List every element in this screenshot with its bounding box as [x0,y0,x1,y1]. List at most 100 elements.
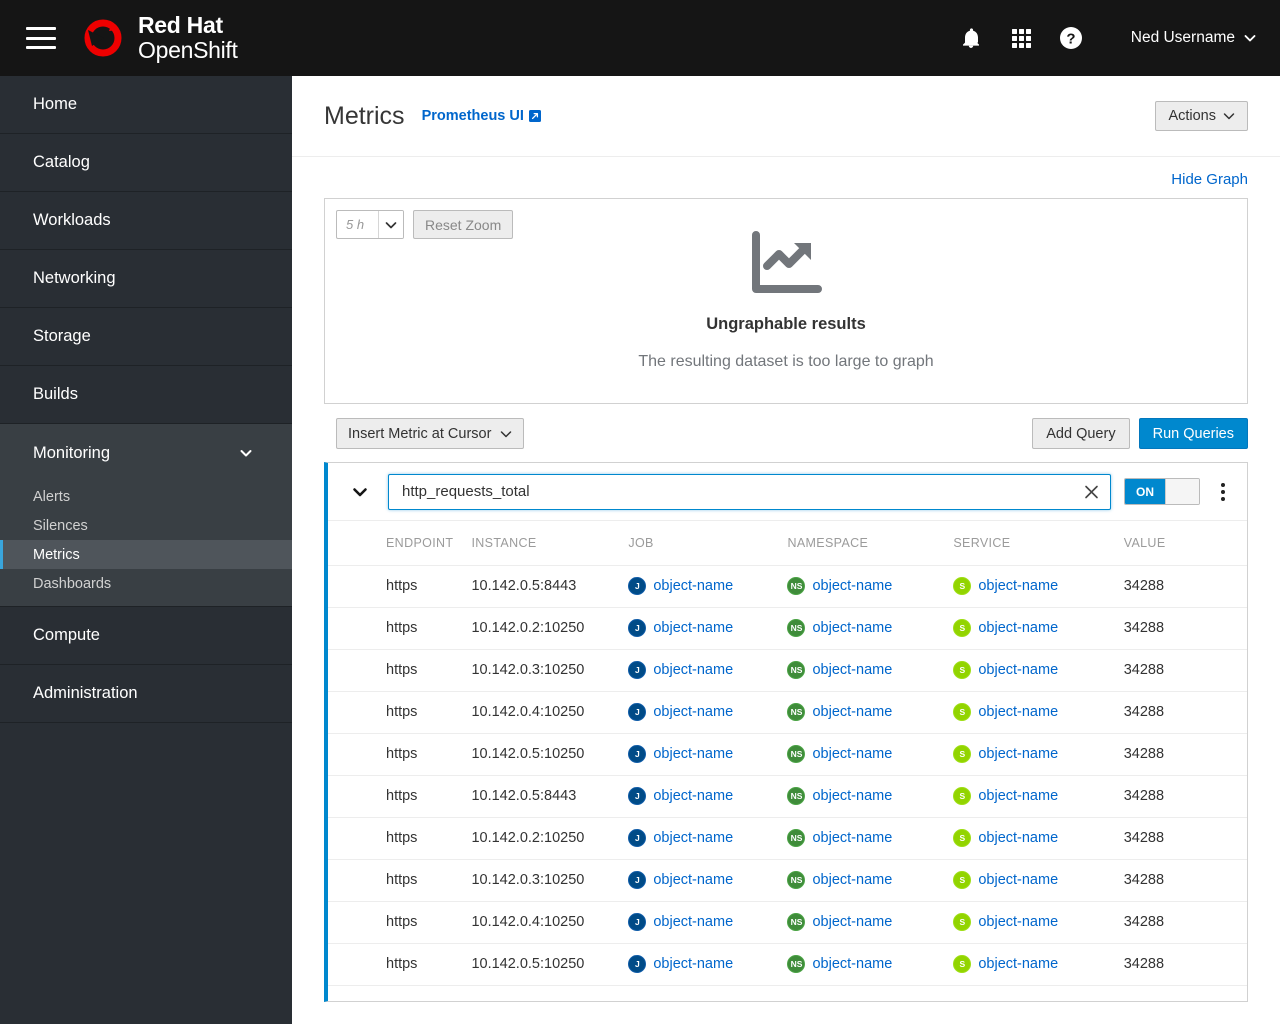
prometheus-ui-link[interactable]: Prometheus UI [422,108,541,124]
sidebar-item-catalog[interactable]: Catalog [0,134,292,192]
cell-endpoint: https [328,901,472,944]
run-queries-button[interactable]: Run Queries [1138,418,1248,449]
sidebar-item-label: Monitoring [33,443,111,462]
job-link[interactable]: object-name [653,956,733,972]
cell-instance: 10.142.0.5:10250 [471,733,629,776]
service-badge-icon: S [953,829,972,847]
job-link[interactable]: object-name [653,830,733,846]
service-link[interactable]: object-name [978,578,1058,594]
insert-metric-label: Insert Metric at Cursor [348,425,492,442]
cell-namespace: NS object-name [787,565,954,608]
query-card: ON ENDPOINT INSTANCE JOB NAMESPACE SERVI… [324,462,1248,1002]
query-kebab-menu-icon[interactable] [1213,479,1233,505]
job-link[interactable]: object-name [653,704,733,720]
sidebar-item-label: Storage [33,327,91,345]
job-link[interactable]: object-name [653,872,733,888]
empty-state-title: Ungraphable results [706,315,866,333]
namespace-badge-icon: NS [787,829,806,847]
sidebar-item-builds[interactable]: Builds [0,366,292,424]
sidebar-item-dashboards[interactable]: Dashboards [0,569,292,598]
job-link[interactable]: object-name [653,620,733,636]
hamburger-icon[interactable] [26,27,56,49]
clear-icon[interactable] [1084,484,1099,499]
cell-job: Jobject-name [628,859,788,902]
cell-service: Sobject-name [953,733,1124,776]
svg-text:?: ? [1066,31,1075,48]
chevron-down-icon[interactable] [348,480,372,504]
namespace-link[interactable]: object-name [812,830,892,846]
service-link[interactable]: object-name [978,872,1058,888]
namespace-link[interactable]: object-name [812,872,892,888]
user-menu[interactable]: Ned Username [1131,29,1256,47]
service-badge-icon: S [953,871,972,889]
toggle-on-label: ON [1125,479,1165,504]
add-query-button[interactable]: Add Query [1032,418,1130,449]
job-link[interactable]: object-name [653,914,733,930]
namespace-link[interactable]: object-name [812,662,892,678]
column-header-service: SERVICE [953,521,1124,566]
cell-instance: 10.142.0.5:8443 [471,565,629,608]
sidebar-item-metrics[interactable]: Metrics [0,540,292,569]
sidebar-item-administration[interactable]: Administration [0,665,292,723]
cell-service: Sobject-name [953,565,1124,608]
cell-namespace: NS object-name [787,649,954,692]
cell-service: Sobject-name [953,901,1124,944]
sidebar-item-monitoring[interactable]: Monitoring [0,424,292,482]
brand-logo-openshift[interactable]: Red Hat OpenShift [78,13,238,63]
cell-service: Sobject-name [953,859,1124,902]
namespace-link[interactable]: object-name [812,746,892,762]
sidebar-item-storage[interactable]: Storage [0,308,292,366]
sidebar-navigation: Home Catalog Workloads Networking Storag… [0,76,292,1024]
cell-value: 34288 [1123,565,1247,608]
namespace-badge-icon: NS [787,703,806,721]
bell-icon[interactable] [959,26,983,50]
sidebar-item-alerts[interactable]: Alerts [0,482,292,511]
job-link[interactable]: object-name [653,746,733,762]
namespace-badge-icon: NS [787,871,806,889]
cell-service: Sobject-name [953,607,1124,650]
namespace-link[interactable]: object-name [812,704,892,720]
cell-value: 34288 [1123,775,1247,818]
cell-namespace: NS object-name [787,859,954,902]
service-link[interactable]: object-name [978,788,1058,804]
sidebar-item-silences[interactable]: Silences [0,511,292,540]
job-link[interactable]: object-name [653,578,733,594]
job-link[interactable]: object-name [653,788,733,804]
job-link[interactable]: object-name [653,662,733,678]
sidebar-item-home[interactable]: Home [0,76,292,134]
insert-metric-at-cursor-button[interactable]: Insert Metric at Cursor [336,418,525,449]
column-header-instance: INSTANCE [471,521,629,566]
sidebar-item-label: Workloads [33,211,111,229]
service-link[interactable]: object-name [978,662,1058,678]
column-header-endpoint: ENDPOINT [328,521,472,566]
graph-panel: 5 h Reset Zoom Ungraphable results The r… [324,198,1248,404]
query-expression-input[interactable] [389,483,1110,500]
help-circle-icon[interactable]: ? [1059,26,1083,50]
sidebar-subitem-label: Metrics [33,546,80,563]
hide-graph-link[interactable]: Hide Graph [1171,171,1248,188]
sidebar-item-networking[interactable]: Networking [0,250,292,308]
namespace-link[interactable]: object-name [812,788,892,804]
service-link[interactable]: object-name [978,956,1058,972]
service-link[interactable]: object-name [978,704,1058,720]
service-link[interactable]: object-name [978,914,1058,930]
service-badge-icon: S [953,661,972,679]
sidebar-item-workloads[interactable]: Workloads [0,192,292,250]
service-link[interactable]: object-name [978,620,1058,636]
namespace-link[interactable]: object-name [812,914,892,930]
cell-instance: 10.142.0.4:10250 [471,691,629,734]
sidebar-item-label: Networking [33,269,116,287]
namespace-link[interactable]: object-name [812,956,892,972]
service-badge-icon: S [953,787,972,805]
grid-apps-icon[interactable] [1009,26,1033,50]
service-badge-icon: S [953,913,972,931]
cell-job: Jobject-name [628,943,788,986]
namespace-link[interactable]: object-name [812,578,892,594]
service-link[interactable]: object-name [978,746,1058,762]
service-link[interactable]: object-name [978,830,1058,846]
sidebar-item-compute[interactable]: Compute [0,607,292,665]
query-enable-toggle[interactable]: ON [1124,478,1200,505]
namespace-link[interactable]: object-name [812,620,892,636]
actions-button[interactable]: Actions [1155,101,1248,131]
chevron-down-icon [1244,35,1256,42]
